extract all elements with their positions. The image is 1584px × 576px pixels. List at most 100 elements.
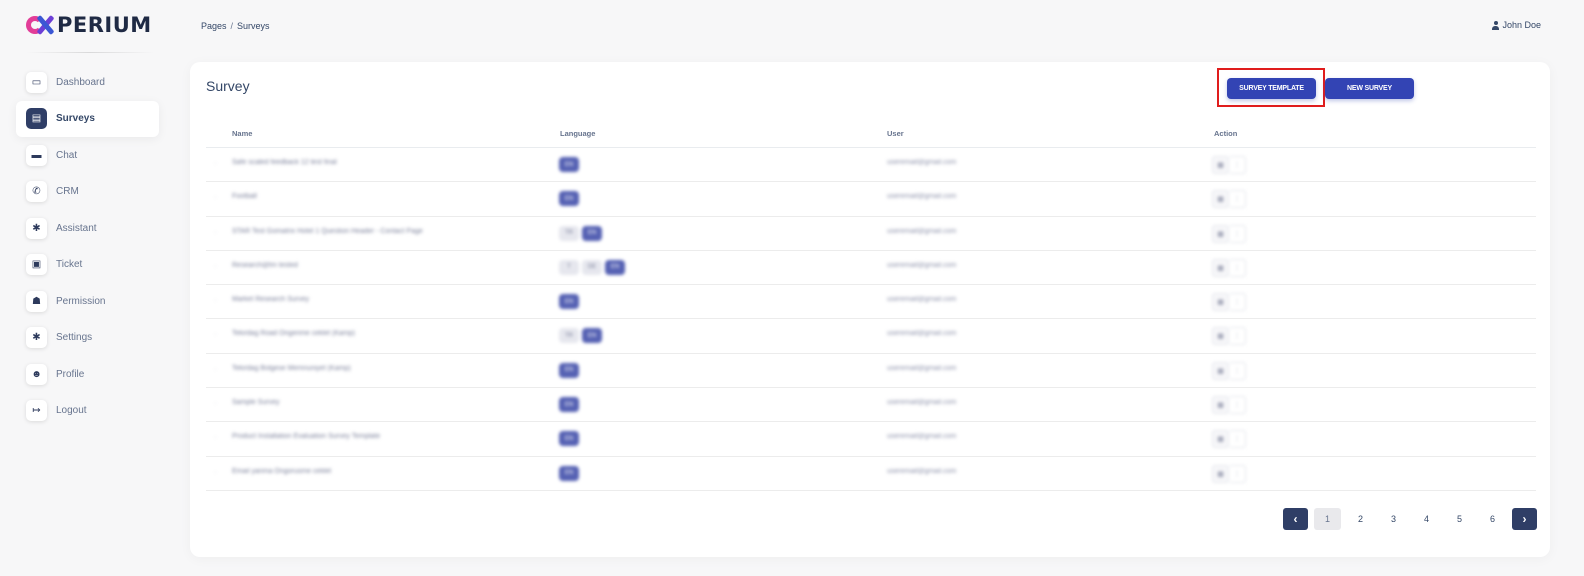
page-5-button[interactable]: 5 [1446, 508, 1473, 530]
more-options-icon[interactable]: ⋮ [1229, 430, 1246, 449]
column-name-header[interactable]: Name [232, 129, 252, 138]
row-actions: ▦ ⋮ [1212, 396, 1246, 415]
row-bullet: · [214, 468, 217, 476]
more-options-icon[interactable]: ⋮ [1229, 293, 1246, 312]
column-user-header[interactable]: User [887, 129, 904, 138]
language-badge[interactable]: DE [582, 259, 602, 275]
ticket-icon: ▣ [26, 254, 47, 275]
more-options-icon[interactable]: ⋮ [1229, 224, 1246, 243]
survey-icon: ▤ [26, 108, 47, 129]
logo-divider [26, 52, 154, 53]
row-actions: ▦ ⋮ [1212, 327, 1246, 346]
language-badge[interactable]: TR [559, 328, 579, 344]
more-options-icon[interactable]: ⋮ [1229, 190, 1246, 209]
sidebar-item-assistant[interactable]: ✱ Assistant [16, 210, 159, 246]
language-badge[interactable]: EN [559, 362, 579, 378]
survey-name-cell[interactable]: Tekirdag Bolgese Memnuniyet (Kamp) [232, 365, 351, 372]
sidebar-item-crm[interactable]: ✆ CRM [16, 174, 159, 210]
logo-mark-icon [26, 16, 56, 34]
more-options-icon[interactable]: ⋮ [1229, 464, 1246, 483]
brand-logo[interactable]: PERIUM [26, 10, 152, 40]
settings-icon: ✱ [26, 327, 47, 348]
survey-name-cell[interactable]: Research@tm tested [232, 262, 298, 269]
row-bullet: · [214, 297, 217, 305]
sidebar-item-chat[interactable]: ▬ Chat [16, 137, 159, 173]
language-badge[interactable]: EN [559, 294, 579, 310]
next-page-button[interactable]: › [1512, 508, 1537, 530]
sidebar-item-dashboard[interactable]: ▭ Dashboard [16, 64, 159, 100]
language-badge[interactable]: EN [605, 259, 625, 275]
table-row: · Product Installation Evaluation Survey … [206, 422, 1536, 457]
user-email-cell: useremail@gmail.com [887, 193, 957, 201]
edit-icon[interactable]: ▦ [1212, 327, 1229, 346]
more-options-icon[interactable]: ⋮ [1229, 258, 1246, 277]
more-options-icon[interactable]: ⋮ [1229, 327, 1246, 346]
survey-name-cell[interactable]: Product Installation Evaluation Survey T… [232, 433, 380, 440]
sidebar-item-label: Profile [56, 368, 85, 380]
previous-page-button[interactable]: ‹ [1283, 508, 1308, 530]
page-4-button[interactable]: 4 [1413, 508, 1440, 530]
column-language-header[interactable]: Language [560, 129, 595, 138]
survey-name-cell[interactable]: Safe scaled feedback 12 test final [232, 159, 337, 166]
survey-name-cell[interactable]: Sample Survey [232, 399, 279, 406]
more-options-icon[interactable]: ⋮ [1229, 361, 1246, 380]
more-options-icon[interactable]: ⋮ [1229, 156, 1246, 174]
language-badge[interactable]: EN [559, 397, 579, 413]
page-6-button[interactable]: 6 [1479, 508, 1506, 530]
survey-name-cell[interactable]: Tekirdag Road Ongerime ceklet (Kamp) [232, 330, 355, 337]
survey-name-cell[interactable]: STAR Test Gomatrix Hotel 1 Question Head… [232, 228, 423, 235]
row-actions: ▦ ⋮ [1212, 258, 1246, 277]
edit-icon[interactable]: ▦ [1212, 224, 1229, 243]
new-survey-button[interactable]: NEW SURVEY [1325, 78, 1414, 99]
language-badge[interactable]: EN [559, 157, 579, 172]
sidebar: PERIUM ▭ Dashboard ▤ Surveys ▬ Chat ✆ CRM ✱ Assis… [0, 0, 175, 576]
table-row: · Tekirdag Road Ongerime ceklet (Kamp) TR E… [206, 319, 1536, 354]
language-badge[interactable]: EN [559, 191, 579, 207]
row-actions: ▦ ⋮ [1212, 190, 1246, 209]
edit-icon[interactable]: ▦ [1212, 156, 1229, 174]
page-3-button[interactable]: 3 [1380, 508, 1407, 530]
row-bullet: · [214, 228, 217, 236]
table-row: · STAR Test Gomatrix Hotel 1 Question Hea… [206, 217, 1536, 251]
row-actions: ▦ ⋮ [1212, 293, 1246, 312]
page-1-button[interactable]: 1 [1314, 508, 1341, 530]
language-badge[interactable]: T [559, 259, 579, 275]
breadcrumb-separator: / [230, 21, 234, 31]
edit-icon[interactable]: ▦ [1212, 430, 1229, 449]
row-bullet: · [214, 194, 217, 202]
edit-icon[interactable]: ▦ [1212, 396, 1229, 415]
table-row: · Football EN useremail@gmail.com ▦ ⋮ [206, 182, 1536, 217]
sidebar-item-label: Settings [56, 332, 93, 343]
survey-name-cell[interactable]: Football [232, 193, 257, 200]
sidebar-item-profile[interactable]: ☻ Profile [16, 356, 159, 392]
language-badge[interactable]: EN [559, 465, 579, 481]
sidebar-item-logout[interactable]: ↦ Logout [16, 393, 159, 429]
column-action-header: Action [1214, 129, 1238, 138]
dashboard-icon: ▭ [26, 71, 47, 93]
more-options-icon[interactable]: ⋮ [1229, 396, 1246, 415]
user-email-cell: useremail@gmail.com [887, 399, 957, 407]
user-menu[interactable]: John Doe [1491, 20, 1541, 30]
page-2-button[interactable]: 2 [1347, 508, 1374, 530]
sidebar-item-label: Ticket [56, 259, 83, 270]
edit-icon[interactable]: ▦ [1212, 361, 1229, 380]
row-actions: ▦ ⋮ [1212, 361, 1246, 380]
survey-template-button[interactable]: SURVEY TEMPLATE [1227, 78, 1316, 99]
sidebar-item-permission[interactable]: ☗ Permission [16, 283, 159, 319]
sidebar-item-label: Chat [56, 149, 78, 161]
sidebar-item-settings[interactable]: ✱ Settings [16, 320, 159, 356]
language-badge[interactable]: EN [582, 328, 602, 344]
language-badge[interactable]: TR [559, 225, 579, 241]
sidebar-item-ticket[interactable]: ▣ Ticket [16, 247, 159, 283]
breadcrumb-parent[interactable]: Pages [201, 21, 227, 31]
edit-icon[interactable]: ▦ [1212, 190, 1229, 209]
edit-icon[interactable]: ▦ [1212, 258, 1229, 277]
language-badge[interactable]: EN [582, 225, 602, 241]
language-badges: EN [559, 294, 582, 310]
survey-name-cell[interactable]: Email yanma Ongorusme ceklet [232, 468, 331, 475]
language-badge[interactable]: EN [559, 431, 579, 447]
survey-name-cell[interactable]: Market Research Survey [232, 296, 309, 303]
sidebar-item-surveys[interactable]: ▤ Surveys [16, 100, 159, 137]
edit-icon[interactable]: ▦ [1212, 464, 1229, 483]
edit-icon[interactable]: ▦ [1212, 293, 1229, 312]
